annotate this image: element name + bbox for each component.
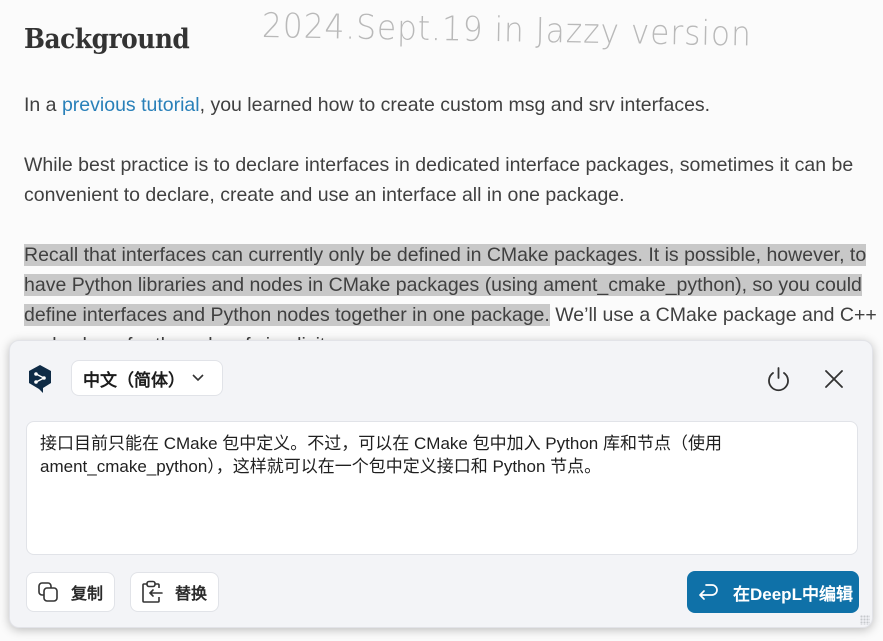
paragraph-intro: In a previous tutorial, you learned how … (24, 94, 711, 116)
previous-tutorial-link[interactable]: previous tutorial (62, 94, 200, 116)
chevron-down-icon (192, 374, 204, 382)
copy-icon (38, 582, 58, 602)
deepl-translation-popup: 中文（简体） 接口目前只能在 CMake 包中定义。不过，可以在 CMake 包… (9, 340, 873, 628)
close-icon[interactable] (823, 368, 845, 390)
selected-text: have Python libraries and nodes in CMake… (24, 274, 862, 296)
edit-in-deepl-button[interactable]: 在DeepL中编辑 (687, 571, 859, 613)
selected-text: define interfaces and Python nodes toget… (24, 304, 550, 326)
deepl-logo-icon (29, 365, 51, 393)
target-language-label: 中文（简体） (83, 370, 185, 390)
copy-button[interactable]: 复制 (26, 572, 115, 612)
handwritten-note: 2024.Sept.19 in Jazzy version (261, 6, 753, 55)
clipboard-replace-icon (142, 580, 163, 603)
paragraph-best-practice: While best practice is to declare interf… (24, 154, 854, 206)
replace-button[interactable]: 替换 (130, 572, 219, 612)
resize-grip[interactable] (860, 615, 870, 625)
section-heading: Background (24, 24, 190, 55)
paragraph-recall: Recall that interfaces can currently onl… (24, 244, 877, 326)
return-arrow-icon (699, 584, 718, 600)
target-language-dropdown[interactable]: 中文（简体） (71, 360, 223, 396)
power-icon[interactable] (765, 366, 792, 393)
translation-output[interactable]: 接口目前只能在 CMake 包中定义。不过，可以在 CMake 包中加入 Pyt… (26, 421, 858, 555)
selected-text: Recall that interfaces can currently onl… (24, 244, 867, 266)
